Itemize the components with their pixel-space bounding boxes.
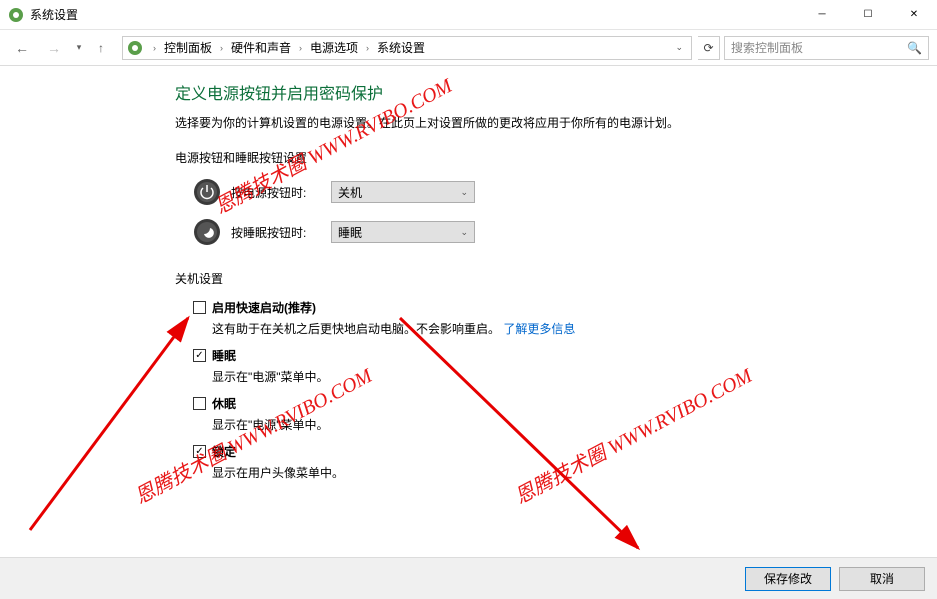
content-area: 定义电源按钮并启用密码保护 选择要为你的计算机设置的电源设置。在此页上对设置所做… bbox=[175, 80, 897, 491]
hibernate-label: 休眠 bbox=[212, 395, 236, 412]
power-button-row: 按电源按钮时: 关机 ⌄ bbox=[193, 178, 897, 206]
address-dropdown-icon[interactable]: ⌄ bbox=[671, 42, 687, 53]
power-button-section-label: 电源按钮和睡眠按钮设置 bbox=[175, 149, 897, 166]
chevron-right-icon: › bbox=[149, 43, 160, 53]
sleep-button-dropdown[interactable]: 睡眠 ⌄ bbox=[331, 221, 475, 243]
forward-button[interactable]: → bbox=[40, 34, 68, 62]
lock-label: 锁定 bbox=[212, 443, 236, 460]
chevron-down-icon: ⌄ bbox=[460, 227, 468, 238]
fast-startup-desc: 这有助于在关机之后更快地启动电脑。不会影响重启。 了解更多信息 bbox=[212, 320, 897, 337]
titlebar: 系统设置 ─ ☐ ✕ bbox=[0, 0, 937, 30]
sleep-button-label: 按睡眠按钮时: bbox=[231, 224, 321, 241]
search-placeholder: 搜索控制面板 bbox=[731, 39, 803, 56]
refresh-button[interactable]: ⟳ bbox=[698, 36, 720, 60]
minimize-button[interactable]: ─ bbox=[799, 0, 845, 30]
sleep-row: 睡眠 bbox=[193, 347, 897, 364]
power-button-dropdown[interactable]: 关机 ⌄ bbox=[331, 181, 475, 203]
annotation-arrow bbox=[20, 310, 200, 540]
lock-checkbox[interactable] bbox=[193, 445, 206, 458]
chevron-right-icon: › bbox=[362, 43, 373, 53]
hibernate-desc: 显示在"电源"菜单中。 bbox=[212, 416, 897, 433]
page-title: 定义电源按钮并启用密码保护 bbox=[175, 80, 897, 104]
window-controls: ─ ☐ ✕ bbox=[799, 0, 937, 30]
close-button[interactable]: ✕ bbox=[891, 0, 937, 30]
up-button[interactable]: ↑ bbox=[90, 36, 112, 60]
power-button-icon bbox=[193, 178, 221, 206]
chevron-down-icon: ⌄ bbox=[460, 187, 468, 198]
navbar: ← → ▾ ↑ › 控制面板 › 硬件和声音 › 电源选项 › 系统设置 ⌄ ⟳… bbox=[0, 30, 937, 66]
sleep-button-row: 按睡眠按钮时: 睡眠 ⌄ bbox=[193, 218, 897, 246]
hibernate-row: 休眠 bbox=[193, 395, 897, 412]
chevron-right-icon: › bbox=[295, 43, 306, 53]
shutdown-section: 关机设置 启用快速启动(推荐) 这有助于在关机之后更快地启动电脑。不会影响重启。… bbox=[175, 270, 897, 481]
sleep-checkbox[interactable] bbox=[193, 349, 206, 362]
fast-startup-label: 启用快速启动(推荐) bbox=[212, 299, 316, 316]
sleep-desc: 显示在"电源"菜单中。 bbox=[212, 368, 897, 385]
app-icon bbox=[8, 7, 24, 23]
fast-startup-row: 启用快速启动(推荐) bbox=[193, 299, 897, 316]
footer: 保存修改 取消 bbox=[0, 557, 937, 599]
breadcrumb-item[interactable]: 控制面板 bbox=[162, 39, 214, 56]
hibernate-checkbox[interactable] bbox=[193, 397, 206, 410]
cancel-button[interactable]: 取消 bbox=[839, 567, 925, 591]
recent-dropdown[interactable]: ▾ bbox=[72, 34, 86, 62]
sleep-button-icon bbox=[193, 218, 221, 246]
page-description: 选择要为你的计算机设置的电源设置。在此页上对设置所做的更改将应用于你所有的电源计… bbox=[175, 114, 897, 131]
save-button[interactable]: 保存修改 bbox=[745, 567, 831, 591]
learn-more-link[interactable]: 了解更多信息 bbox=[503, 322, 575, 336]
lock-desc: 显示在用户头像菜单中。 bbox=[212, 464, 897, 481]
lock-row: 锁定 bbox=[193, 443, 897, 460]
chevron-right-icon: › bbox=[216, 43, 227, 53]
breadcrumb[interactable]: › 控制面板 › 硬件和声音 › 电源选项 › 系统设置 ⌄ bbox=[122, 36, 692, 60]
power-options-icon bbox=[127, 40, 143, 56]
shutdown-section-label: 关机设置 bbox=[175, 270, 897, 287]
breadcrumb-item[interactable]: 电源选项 bbox=[308, 39, 360, 56]
breadcrumb-item[interactable]: 硬件和声音 bbox=[229, 39, 293, 56]
back-button[interactable]: ← bbox=[8, 34, 36, 62]
power-button-label: 按电源按钮时: bbox=[231, 184, 321, 201]
window-title: 系统设置 bbox=[30, 6, 799, 23]
maximize-button[interactable]: ☐ bbox=[845, 0, 891, 30]
sleep-label: 睡眠 bbox=[212, 347, 236, 364]
search-input[interactable]: 搜索控制面板 🔍 bbox=[724, 36, 929, 60]
search-icon: 🔍 bbox=[907, 41, 922, 55]
breadcrumb-item[interactable]: 系统设置 bbox=[375, 39, 427, 56]
fast-startup-checkbox[interactable] bbox=[193, 301, 206, 314]
